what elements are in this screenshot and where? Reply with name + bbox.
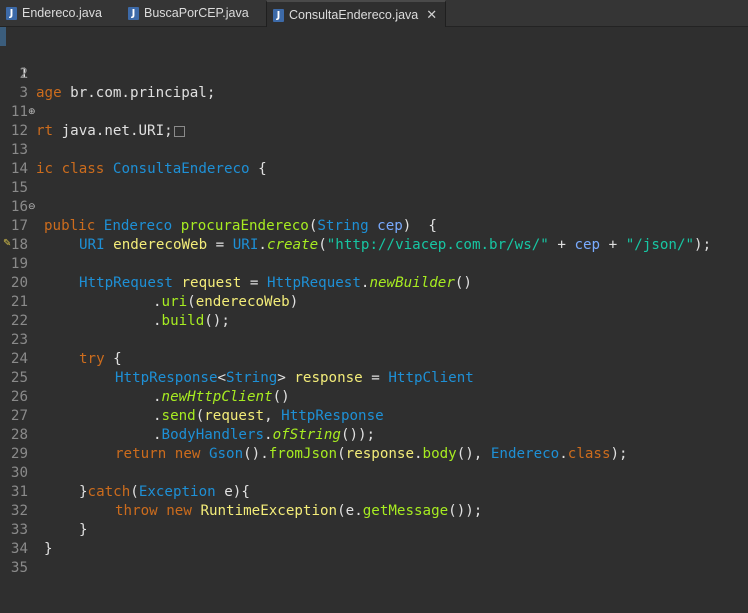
java-file-icon: J <box>273 8 284 22</box>
code-line: 19 HttpRequest request = HttpRequest.new… <box>0 236 748 291</box>
code-line: 34 <box>0 521 748 557</box>
editor-tab-bar: J Endereco.java J BuscaPorCEP.java J Con… <box>0 0 748 28</box>
line-number: 35 <box>10 560 28 576</box>
code-line: 31 throw new RuntimeException(e.getMessa… <box>0 464 748 519</box>
code-line: 12 <box>0 103 748 139</box>
close-icon[interactable]: ✕ <box>426 8 437 23</box>
quick-fix-icon[interactable]: ✎ <box>3 238 13 250</box>
code-line: 27 .BodyHandlers.ofString()); <box>0 388 748 443</box>
code-line: 11 <box>0 84 748 120</box>
code-line: 32 } <box>0 483 748 538</box>
code-line: 3 ⊕ rt java.net.URI; <box>0 65 748 139</box>
code-line: 1 age br.com.principal; <box>0 27 748 101</box>
tab-label: ConsultaEndereco.java <box>289 8 419 22</box>
code-line: 16 <box>0 179 748 215</box>
current-line-marker <box>0 27 6 46</box>
code-line: 30 }catch(Exception e){ <box>0 445 748 500</box>
code-line: 29 <box>0 426 748 462</box>
code-editor[interactable]: 1 age br.com.principal; 2 3 ⊕ rt java.ne… <box>0 27 748 613</box>
code-line: 18 <box>0 217 748 253</box>
tab-label: Endereco.java <box>22 6 102 20</box>
java-file-icon: J <box>128 6 139 20</box>
code-line: 24 HttpResponse<String> response = HttpC… <box>0 331 748 386</box>
code-line: 22 <box>0 293 748 329</box>
tab-consulta-endereco[interactable]: J ConsultaEndereco.java ✕ <box>266 0 447 28</box>
code-line: 21 .build(); <box>0 274 748 329</box>
code-line: 35 <box>0 540 748 576</box>
code-line: 15 ⊖ public Endereco procuraEndereco(Str… <box>0 160 748 234</box>
code-line: 20 .uri(enderecoWeb) <box>0 255 748 310</box>
tab-endereco[interactable]: J Endereco.java <box>6 0 102 26</box>
code-line: 13 ic class ConsultaEndereco { <box>0 122 748 177</box>
code-line: 33 } <box>0 502 748 557</box>
java-file-icon: J <box>6 6 17 20</box>
code-line: 25 .newHttpClient() <box>0 350 748 405</box>
code-line: 28 return new Gson().fromJson(response.b… <box>0 407 748 462</box>
code-line: 26 .send(request, HttpResponse <box>0 369 748 424</box>
tab-busca-por-cep[interactable]: J BuscaPorCEP.java <box>128 0 249 26</box>
code-line: 2 <box>0 46 748 82</box>
code-line: 17 URI enderecoWeb = URI.create("http://… <box>0 198 748 253</box>
code-line: 23 try { <box>0 312 748 367</box>
tab-label: BuscaPorCEP.java <box>144 6 249 20</box>
code-line: 14 <box>0 141 748 177</box>
